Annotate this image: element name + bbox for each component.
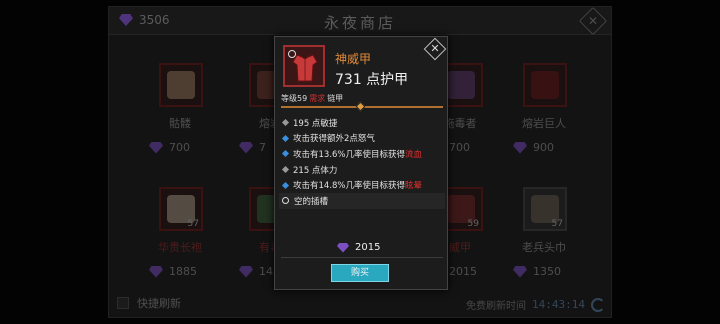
item-meta: 等级59 需求 链甲 [281,93,343,104]
stat-highlight: 眩晕 [405,181,423,192]
bullet-icon [281,166,290,174]
stat-list: 195 点敏捷 攻击获得额外2点怒气 攻击有13.6%几率使目标获得 流血 215… [279,115,445,209]
stat-line: 215 点体力 [279,162,445,178]
stat-line: 攻击获得额外2点怒气 [279,131,445,147]
item-armor-value: 731 点护甲 [335,72,409,88]
item-tooltip: ✕ 神威甲 731 点护甲 等级59 需求 链甲 195 点敏捷 攻击获得额外2… [274,36,448,290]
item-level: 等级59 [281,94,308,103]
bullet-icon [281,150,290,158]
diamond-icon [355,101,366,112]
stat-highlight: 流血 [405,149,423,160]
socket-icon [282,197,289,205]
close-icon: ✕ [430,42,440,55]
item-type: 链甲 [327,94,344,103]
item-requirement: 需求 [309,94,326,103]
empty-socket-line: 空的插槽 [279,192,445,209]
item-title: 神威甲 [335,52,372,66]
stat-text: 215 点体力 [293,165,338,176]
bullet-icon [281,119,290,127]
item-icon [283,45,325,87]
item-price: 2015 [337,242,380,253]
stat-text: 攻击有14.8%几率使目标获得 [293,181,406,192]
gem-icon [337,242,349,253]
stat-line: 攻击有13.6%几率使目标获得 流血 [279,146,445,162]
bullet-icon [281,181,290,189]
stat-text: 攻击有13.6%几率使目标获得 [293,149,406,160]
tooltip-close-button[interactable]: ✕ [423,37,447,61]
price-value: 2015 [355,242,381,253]
armor-icon [292,54,318,82]
buy-button[interactable]: 购买 [331,264,389,282]
stat-line: 195 点敏捷 [279,115,445,131]
stat-text: 空的插槽 [294,196,329,207]
divider [281,257,443,258]
bullet-icon [281,134,290,142]
stat-text: 攻击获得额外2点怒气 [293,134,375,145]
stat-text: 195 点敏捷 [293,118,338,129]
stat-line: 攻击有14.8%几率使目标获得 眩晕 [279,177,445,193]
